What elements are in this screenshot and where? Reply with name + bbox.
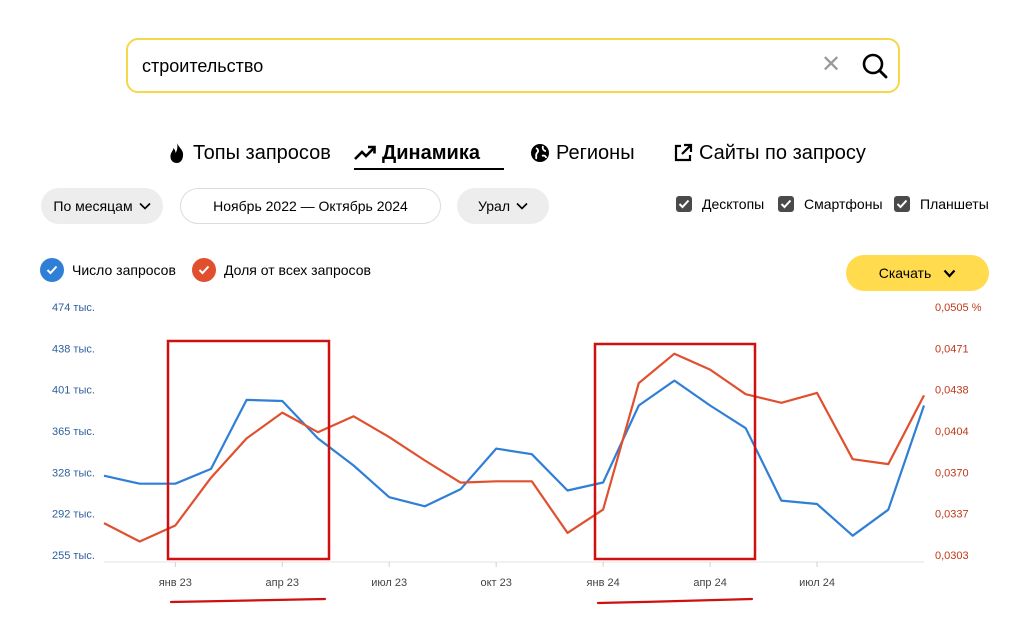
x-tick-label: янв 23: [159, 577, 192, 589]
y-left-tick-label: 401 тыс.: [52, 385, 95, 397]
y-left-tick-label: 255 тыс.: [52, 550, 95, 562]
x-tick-label: окт 23: [480, 577, 511, 589]
y-right-tick-label: 0,0471: [935, 343, 969, 355]
y-right-tick-label: 0,0303: [935, 550, 969, 562]
y-left-tick-label: 438 тыс.: [52, 343, 95, 355]
y-right-tick-label: 0,0438: [935, 385, 969, 397]
underline-2: [596, 597, 754, 605]
y-right-tick-label: 0,0337: [935, 509, 969, 521]
y-right-tick-label: 0,0404: [935, 426, 969, 438]
series-line-share: [103, 352, 925, 543]
x-tick-label: апр 23: [266, 577, 299, 589]
dynamics-chart: 474 тыс. 438 тыс. 401 тыс. 365 тыс. 328 тыс.…: [52, 302, 982, 605]
x-tick-label: июл 23: [371, 577, 407, 589]
y-left-tick-label: 328 тыс.: [52, 467, 95, 479]
y-right-tick-label: 0,0505 %: [935, 302, 982, 314]
x-tick-label: июл 24: [799, 577, 835, 589]
highlight-box-1: [166, 339, 331, 561]
y-left-tick-label: 365 тыс.: [52, 426, 95, 438]
underline-1: [169, 597, 327, 604]
y-left-tick-label: 292 тыс.: [52, 509, 95, 521]
y-right-tick-label: 0,0370: [935, 467, 969, 479]
x-tick-label: апр 24: [693, 577, 726, 589]
series-line-count: [103, 379, 926, 537]
y-left-tick-label: 474 тыс.: [52, 302, 95, 314]
x-tick-label: янв 24: [587, 577, 620, 589]
